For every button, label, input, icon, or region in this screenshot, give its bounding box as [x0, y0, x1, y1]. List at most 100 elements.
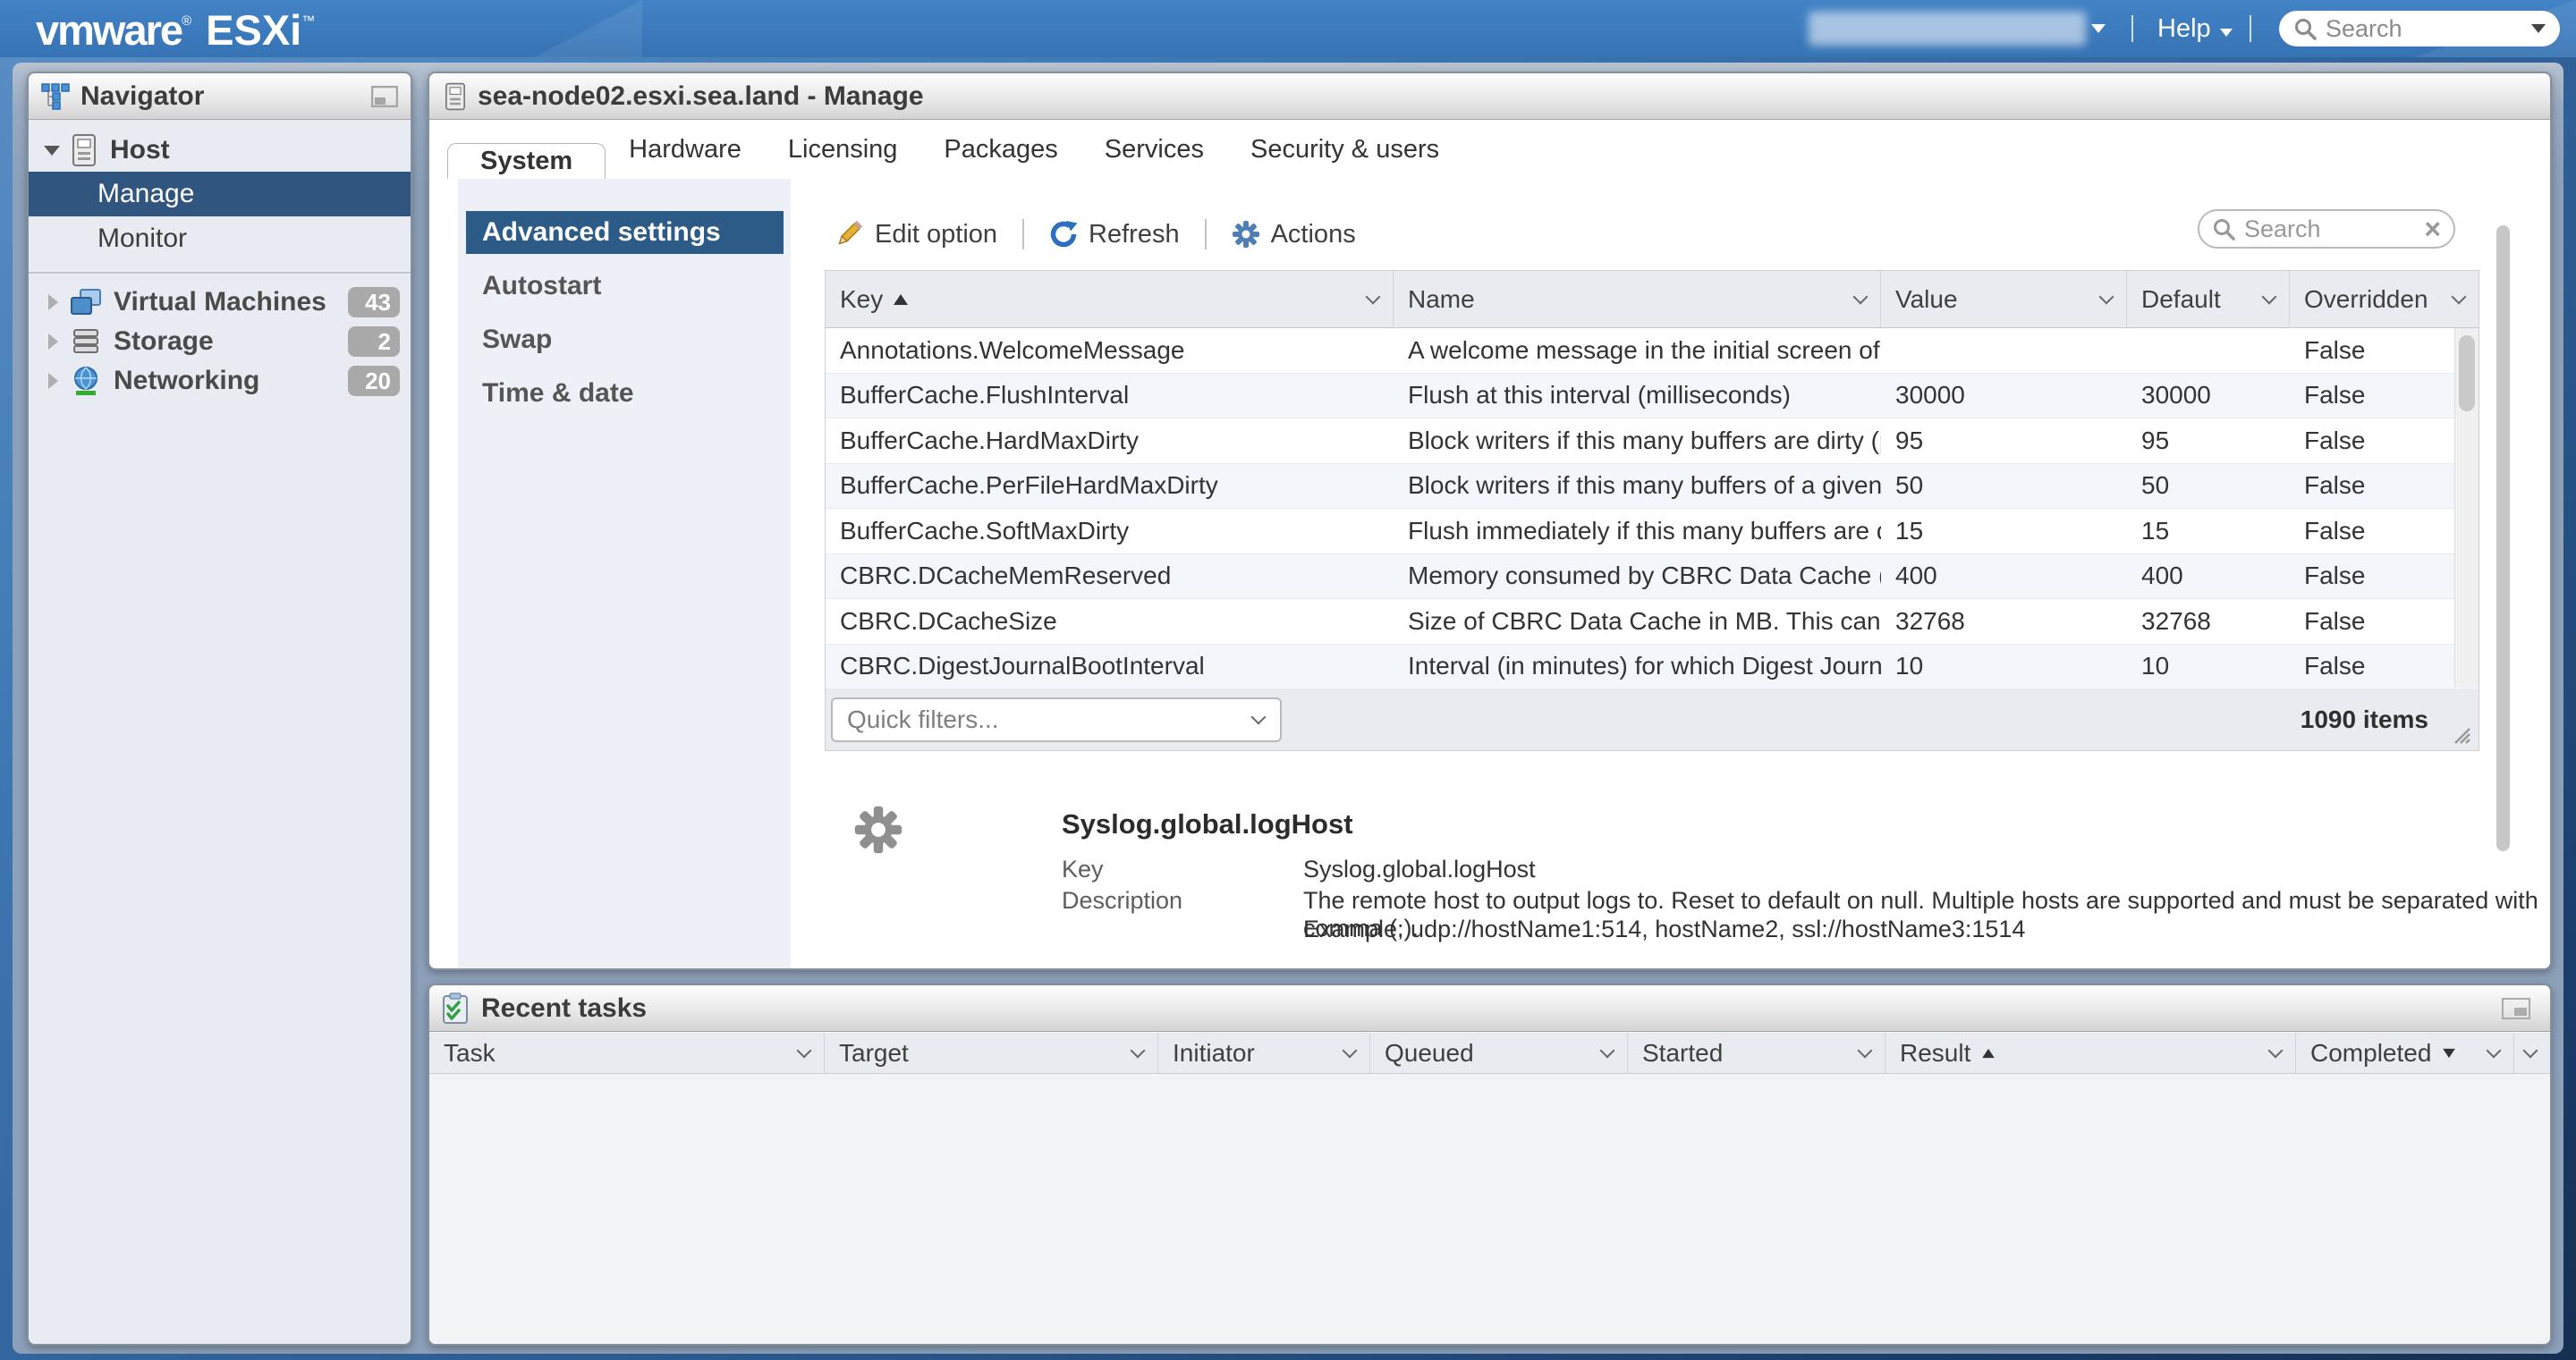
column-header-task[interactable]: Task: [429, 1033, 825, 1073]
column-header-started[interactable]: Started: [1628, 1033, 1885, 1073]
cell-default: 30000: [2127, 374, 2290, 418]
clear-search-icon[interactable]: ×: [2424, 215, 2441, 243]
help-menu[interactable]: Help: [2157, 14, 2233, 44]
tasks-clipboard-icon: [442, 993, 469, 1025]
cell-default: 10: [2127, 645, 2290, 689]
column-header-completed[interactable]: Completed: [2296, 1033, 2514, 1073]
subnav-label: Advanced settings: [482, 217, 721, 248]
column-header-value[interactable]: Value: [1881, 271, 2127, 327]
collapse-caret-icon[interactable]: [48, 294, 58, 310]
column-label: Default: [2141, 285, 2221, 314]
quick-filters-dropdown[interactable]: Quick filters...: [831, 697, 1282, 742]
cell-key: BufferCache.SoftMaxDirty: [826, 509, 1394, 553]
tab-services[interactable]: Services: [1081, 121, 1227, 179]
header-divider: [2250, 15, 2251, 42]
tab-hardware[interactable]: Hardware: [606, 121, 765, 179]
table-row[interactable]: BufferCache.PerFileHardMaxDirty Block wr…: [826, 464, 2479, 510]
tab-licensing[interactable]: Licensing: [765, 121, 921, 179]
column-header-overridden[interactable]: Overridden: [2290, 271, 2479, 327]
user-menu-redacted[interactable]: [1809, 12, 2086, 46]
table-row[interactable]: CBRC.DCacheMemReserved Memory consumed b…: [826, 554, 2479, 600]
chevron-down-icon[interactable]: [1131, 1043, 1146, 1058]
column-header-initiator[interactable]: Initiator: [1158, 1033, 1370, 1073]
subnav-time-date[interactable]: Time & date: [466, 372, 784, 415]
column-header-target[interactable]: Target: [825, 1033, 1158, 1073]
registered-mark: ®: [182, 13, 191, 29]
column-label: Completed: [2310, 1039, 2431, 1068]
storage-icon: [69, 328, 103, 355]
column-header-result[interactable]: Result: [1885, 1033, 2296, 1073]
global-search[interactable]: Search: [2279, 11, 2560, 46]
user-menu-caret-icon[interactable]: [2091, 24, 2106, 33]
column-header-extra[interactable]: [2514, 1033, 2550, 1073]
undock-icon[interactable]: [371, 86, 398, 107]
column-header-name[interactable]: Name: [1394, 271, 1881, 327]
vmware-esxi-logo: vmware®ESXi™: [36, 5, 315, 55]
table-scrollbar-thumb[interactable]: [2459, 335, 2475, 411]
search-scope-caret-icon[interactable]: [2531, 24, 2546, 33]
chevron-down-icon[interactable]: [1853, 289, 1868, 304]
chevron-down-icon[interactable]: [1366, 289, 1381, 304]
search-icon: [2293, 17, 2317, 40]
sidebar-item-host[interactable]: Host: [29, 129, 411, 172]
cell-name: Flush at this interval (milliseconds): [1394, 374, 1881, 418]
collapse-caret-icon[interactable]: [48, 373, 58, 389]
subnav-swap[interactable]: Swap: [466, 318, 784, 361]
tab-system[interactable]: System: [447, 143, 606, 179]
table-row[interactable]: BufferCache.HardMaxDirty Block writers i…: [826, 418, 2479, 464]
table-row[interactable]: CBRC.DigestJournalBootInterval Interval …: [826, 645, 2479, 690]
chevron-down-icon[interactable]: [2262, 289, 2277, 304]
sidebar-item-monitor[interactable]: Monitor: [29, 216, 411, 261]
sidebar-item-storage[interactable]: Storage 2: [29, 322, 411, 361]
chevron-down-icon[interactable]: [1600, 1043, 1615, 1058]
subnav-advanced-settings[interactable]: Advanced settings: [466, 211, 784, 254]
refresh-button[interactable]: Refresh: [1049, 220, 1180, 249]
cell-overridden: False: [2290, 645, 2454, 689]
table-scrollbar-track[interactable]: [2454, 328, 2479, 688]
chevron-down-icon[interactable]: [2452, 289, 2467, 304]
table-row[interactable]: Annotations.WelcomeMessage A welcome mes…: [826, 328, 2479, 374]
sidebar-item-virtual-machines[interactable]: Virtual Machines 43: [29, 283, 411, 322]
sidebar-item-networking[interactable]: Networking 20: [29, 361, 411, 401]
cell-value: 10: [1881, 645, 2127, 689]
cell-overridden: False: [2290, 328, 2454, 373]
sidebar-item-manage[interactable]: Manage: [29, 172, 411, 216]
host-icon: [445, 82, 465, 111]
table-row[interactable]: BufferCache.SoftMaxDirty Flush immediate…: [826, 509, 2479, 554]
column-header-queued[interactable]: Queued: [1370, 1033, 1628, 1073]
column-header-key[interactable]: Key: [826, 271, 1394, 327]
cell-name: Block writers if this many buffers of a …: [1394, 464, 1881, 509]
edit-option-button[interactable]: Edit option: [834, 219, 997, 249]
table-row[interactable]: CBRC.DCacheSize Size of CBRC Data Cache …: [826, 599, 2479, 645]
count-badge: 43: [348, 287, 400, 317]
toolbar-divider: [1205, 219, 1207, 249]
chevron-down-icon[interactable]: [2268, 1043, 2284, 1058]
expand-caret-icon[interactable]: [44, 146, 60, 156]
chevron-down-icon: [2220, 29, 2233, 37]
table-row[interactable]: BufferCache.FlushInterval Flush at this …: [826, 374, 2479, 419]
table-search[interactable]: Search ×: [2198, 209, 2455, 249]
detail-key-value: Syslog.global.logHost: [1303, 856, 1536, 883]
chevron-down-icon[interactable]: [2523, 1043, 2538, 1058]
logo-vmware-text: vmware: [36, 6, 182, 54]
main-panel-header: sea-node02.esxi.sea.land - Manage: [429, 73, 2550, 120]
tab-packages[interactable]: Packages: [920, 121, 1080, 179]
chevron-down-icon[interactable]: [1343, 1043, 1358, 1058]
column-header-default[interactable]: Default: [2127, 271, 2290, 327]
subnav-autostart[interactable]: Autostart: [466, 265, 784, 308]
tab-security-users[interactable]: Security & users: [1227, 121, 1462, 179]
header-divider: [2131, 15, 2133, 42]
chevron-down-icon[interactable]: [797, 1043, 812, 1058]
collapse-caret-icon[interactable]: [48, 334, 58, 350]
subnav-label: Swap: [482, 325, 552, 355]
actions-button[interactable]: Actions: [1232, 220, 1356, 249]
chevron-down-icon[interactable]: [2487, 1043, 2502, 1058]
chevron-down-icon[interactable]: [1858, 1043, 1873, 1058]
panel-scrollbar-thumb[interactable]: [2496, 225, 2510, 851]
chevron-down-icon[interactable]: [2099, 289, 2114, 304]
trademark-mark: ™: [301, 13, 315, 29]
cell-default: 32768: [2127, 599, 2290, 644]
restore-panel-icon[interactable]: [2502, 998, 2530, 1019]
detail-key-label: Key: [1062, 856, 1104, 883]
resize-grip-icon[interactable]: [2452, 725, 2471, 745]
